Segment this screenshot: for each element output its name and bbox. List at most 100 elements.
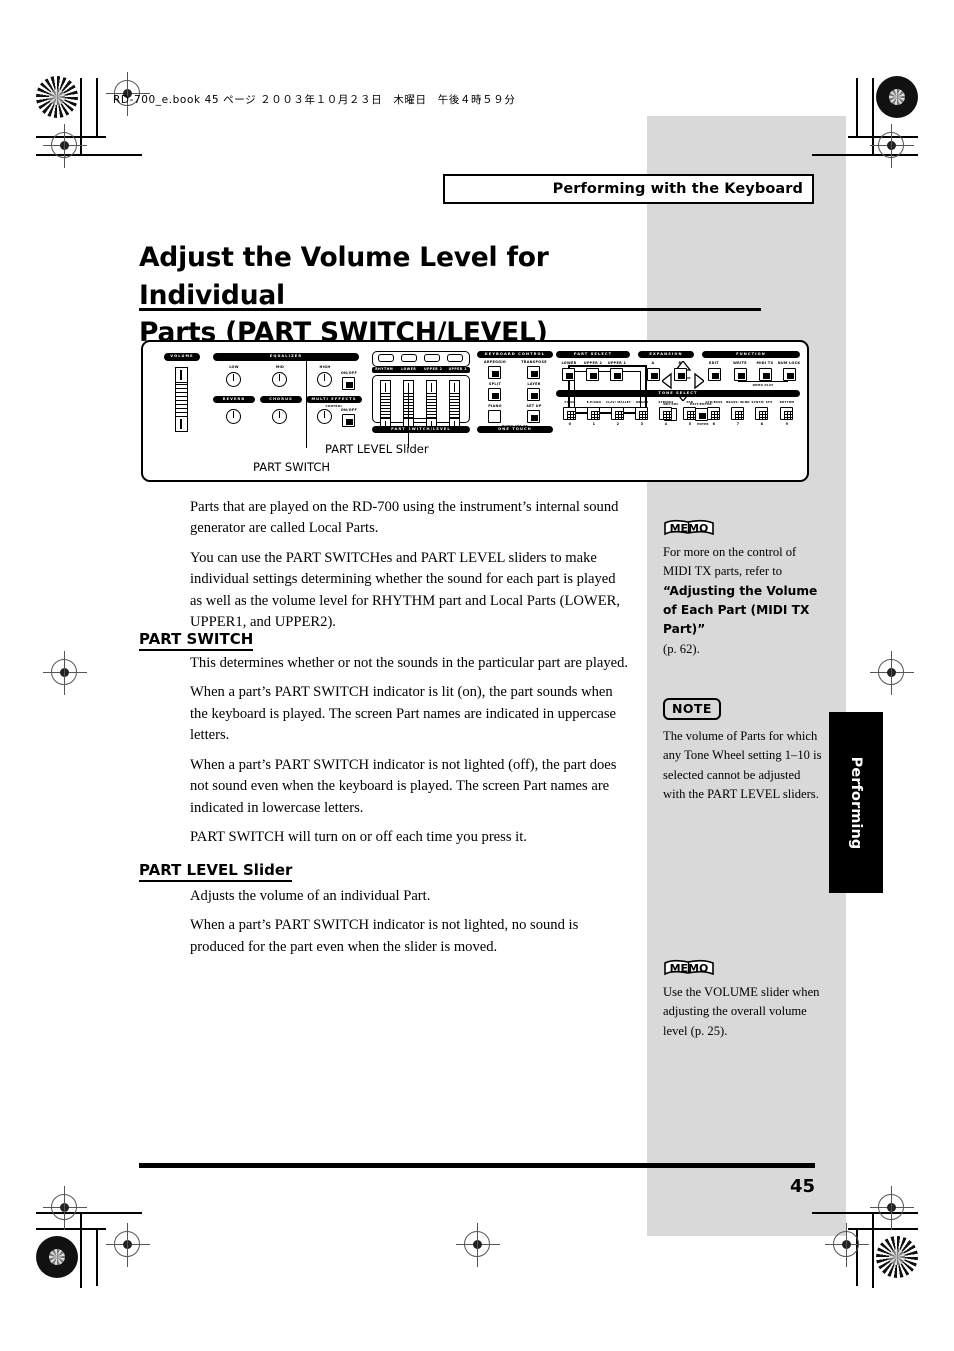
registration-mark	[43, 651, 87, 695]
svg-text:MEMO: MEMO	[670, 962, 709, 975]
registration-target	[36, 1236, 78, 1278]
panel-reverb-label: REVERB	[213, 396, 255, 403]
part-select-upper1-button[interactable]	[610, 368, 623, 381]
part-level-slider-rhythm[interactable]	[379, 379, 391, 433]
part-switch-upper2[interactable]	[424, 354, 440, 362]
tone-select-button-clav-mallet[interactable]	[611, 407, 624, 420]
part-level-slider-upper2[interactable]	[425, 379, 437, 433]
tone-select-button-synth-sfx[interactable]	[755, 407, 768, 420]
function-write-label: WRITE	[733, 361, 747, 365]
tone-rhythm-label: RHYTHM	[779, 400, 795, 404]
panel-part-switch-level-label: PART SWITCH/LEVEL	[372, 426, 470, 433]
part-level-paragraph-1: Adjusts the volume of an individual Part…	[190, 888, 431, 904]
registration-mark	[456, 1223, 500, 1267]
transpose-button[interactable]	[527, 366, 540, 379]
tone-pad-label: PAD	[686, 400, 694, 404]
function-write-button[interactable]	[734, 368, 747, 381]
panel-one-touch-label: ONE TOUCH	[477, 426, 553, 433]
tone-select-button-organ[interactable]	[635, 407, 648, 420]
crop-mark-line	[36, 154, 142, 156]
intro-paragraph-2: You can use the PART SWITCHes and PART L…	[190, 549, 620, 631]
tone-epiano-label: E.PIANO	[586, 400, 602, 404]
tone-select-button-gtr-bass[interactable]	[707, 407, 720, 420]
setup-label: SET UP	[526, 404, 542, 408]
crop-mark-line	[848, 1228, 918, 1230]
part-switch-paragraph-4: PART SWITCH will turn on or off each tim…	[190, 829, 527, 846]
split-button[interactable]	[488, 388, 501, 401]
tone-number-3: 3	[640, 422, 644, 426]
leader-elbow	[408, 418, 426, 419]
panel-volume-label: VOLUME	[164, 353, 200, 361]
eq-onoff-button[interactable]	[342, 377, 355, 390]
registration-target	[876, 76, 918, 118]
registration-mark	[43, 1186, 87, 1230]
chorus-knob[interactable]	[272, 409, 287, 424]
tone-select-button-piano[interactable]	[563, 407, 576, 420]
part-switch-lower[interactable]	[401, 354, 417, 362]
registration-mark	[106, 1223, 150, 1267]
crop-mark-line	[872, 78, 874, 154]
multi-effects-knob[interactable]	[317, 409, 332, 424]
function-miditx-label: MIDI TX	[756, 361, 774, 365]
eq-low-label: LOW	[229, 365, 239, 369]
ps-name-lower: LOWER	[401, 367, 417, 372]
tone-gtr-bass-label: GTR/BASS	[705, 400, 723, 404]
ps-name-upper2: UPPER 2	[424, 367, 443, 372]
setup-button[interactable]	[527, 410, 540, 423]
memo-1-text-bold: “Adjusting the Volume of Each Part (MIDI…	[663, 583, 818, 637]
part-select-lower-button[interactable]	[562, 368, 575, 381]
callout-part-level-slider: PART LEVEL Slider	[325, 442, 429, 456]
expansion-b-button[interactable]	[674, 368, 687, 381]
part-select-upper2-label: UPPER 2	[583, 361, 603, 365]
eq-mid-label: MID	[275, 365, 285, 369]
memo-2-text: Use the VOLUME slider when adjusting the…	[663, 985, 820, 1038]
intro-text-block: Parts that are played on the RD-700 usin…	[190, 497, 630, 642]
note-badge: NOTE	[663, 698, 721, 720]
tone-select-button-pad[interactable]	[683, 407, 696, 420]
panel-function-label: FUNCTION	[702, 351, 800, 358]
tone-number-4: 4	[664, 422, 668, 426]
tone-select-button-epiano[interactable]	[587, 407, 600, 420]
piano-button[interactable]	[488, 410, 501, 423]
reverb-knob[interactable]	[226, 409, 241, 424]
eq-mid-knob[interactable]	[272, 372, 287, 387]
registration-mark	[870, 651, 914, 695]
crop-mark-line	[812, 154, 918, 156]
leader-line-part-switch	[306, 358, 307, 448]
part-level-text-block: Adjusts the volume of an individual Part…	[190, 886, 630, 966]
tone-select-button-brass-wind[interactable]	[731, 407, 744, 420]
section-side-tab-label: Performing	[848, 756, 864, 849]
sidebar-memo-1: MEMO For more on the control of MIDI TX …	[663, 518, 823, 659]
expansion-a-button[interactable]	[647, 368, 660, 381]
panel-expansion-label: EXPANSION	[638, 351, 694, 358]
function-miditx-button[interactable]	[759, 368, 772, 381]
svg-text:MEMO: MEMO	[670, 522, 709, 535]
panel-tone-select-label: TONE SELECT	[556, 390, 800, 397]
panel-equalizer-label: EQUALIZER	[213, 353, 359, 361]
eq-low-knob[interactable]	[226, 372, 241, 387]
tone-clav-mallet-label: CLAV/ MALLET	[606, 400, 632, 404]
function-edit-button[interactable]	[708, 368, 721, 381]
volume-slider[interactable]	[174, 366, 188, 432]
arpeggio-button[interactable]	[488, 366, 501, 379]
part-switch-rhythm[interactable]	[378, 354, 394, 362]
eq-high-knob[interactable]	[317, 372, 332, 387]
tone-number-5: 5	[688, 422, 692, 426]
part-switch-upper1[interactable]	[447, 354, 463, 362]
expansion-a-label: A	[651, 361, 655, 365]
intro-paragraph-1: Parts that are played on the RD-700 usin…	[190, 499, 619, 537]
part-select-upper2-button[interactable]	[586, 368, 599, 381]
expansion-b-label: B	[678, 361, 682, 365]
section-heading-part-switch: PART SWITCH	[139, 630, 254, 651]
note-1-text: The volume of Parts for which any Tone W…	[663, 729, 822, 802]
function-numlock-button[interactable]	[783, 368, 796, 381]
tone-number-7: 7	[736, 422, 740, 426]
layer-button[interactable]	[527, 388, 540, 401]
part-switch-paragraph-3: When a part’s PART SWITCH indicator is n…	[190, 756, 617, 816]
part-level-slider-upper1[interactable]	[448, 379, 460, 433]
eq-high-label: HIGH	[319, 365, 331, 369]
footer-divider	[139, 1163, 815, 1168]
tone-select-button-rhythm[interactable]	[780, 407, 793, 420]
fx-onoff-button[interactable]	[342, 414, 355, 427]
tone-select-button-strings[interactable]	[659, 407, 672, 420]
